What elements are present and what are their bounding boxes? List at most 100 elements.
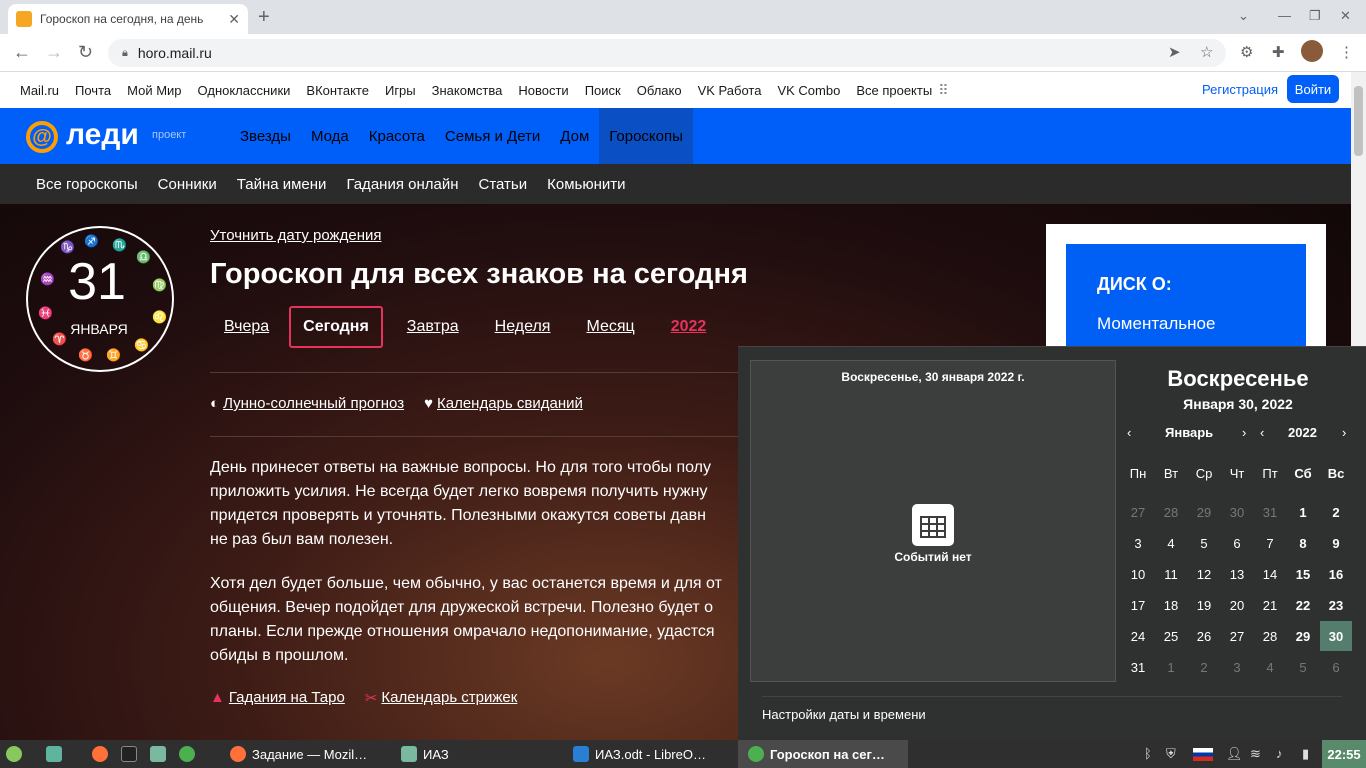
volume-icon[interactable]: ♪	[1276, 746, 1283, 761]
calendar-day[interactable]: 1	[1287, 497, 1319, 527]
nav-item[interactable]: Красота	[359, 108, 435, 164]
show-desktop-icon[interactable]	[46, 740, 68, 768]
bluetooth-icon[interactable]: ᛒ	[1144, 746, 1152, 761]
portal-link[interactable]: Знакомства	[432, 83, 503, 98]
scrollbar-thumb[interactable]	[1354, 86, 1363, 156]
calendar-day[interactable]: 2	[1188, 652, 1220, 682]
refine-birthdate-link[interactable]: Уточнить дату рождения	[210, 227, 381, 244]
bookmark-star-icon[interactable]: ☆	[1200, 43, 1213, 61]
nav-item-active[interactable]: Гороскопы	[599, 108, 693, 164]
register-link[interactable]: Регистрация	[1202, 82, 1278, 97]
portal-link[interactable]: Поиск	[585, 83, 621, 98]
calendar-day[interactable]: 21	[1254, 590, 1286, 620]
calendar-day[interactable]: 30	[1221, 497, 1253, 527]
calendar-day[interactable]: 3	[1122, 528, 1154, 558]
calendar-day[interactable]: 23	[1320, 590, 1352, 620]
calendar-day[interactable]: 10	[1122, 559, 1154, 589]
calendar-day[interactable]: 4	[1254, 652, 1286, 682]
tab-week[interactable]: Неделя	[495, 308, 551, 346]
taskbar-window-firefox[interactable]: Задание — Mozil…	[222, 740, 387, 768]
tab-today[interactable]: Сегодня	[289, 306, 383, 348]
tab-search-icon[interactable]: ⌄	[1238, 8, 1249, 24]
portal-link[interactable]: Все проекты	[856, 83, 932, 98]
taskbar-window-folder[interactable]: ИАЗ	[393, 740, 558, 768]
calendar-day[interactable]: 27	[1122, 497, 1154, 527]
calendar-day[interactable]: 16	[1320, 559, 1352, 589]
subnav-item[interactable]: Сонники	[148, 176, 227, 193]
forward-icon[interactable]: →	[45, 42, 63, 63]
calendar-day[interactable]: 11	[1155, 559, 1187, 589]
tarot-link[interactable]: Гадания на Таро	[229, 689, 345, 707]
portal-link[interactable]: VK Combo	[777, 83, 840, 98]
calendar-day[interactable]: 3	[1221, 652, 1253, 682]
calendar-day[interactable]: 8	[1287, 528, 1319, 558]
tab-year[interactable]: 2022	[671, 308, 707, 346]
calendar-day[interactable]: 5	[1287, 652, 1319, 682]
portal-link[interactable]: Mail.ru	[20, 83, 59, 98]
battery-icon[interactable]: ▮	[1302, 746, 1309, 762]
back-icon[interactable]: ←	[13, 42, 31, 63]
taskbar-window-chrome[interactable]: Гороскоп на сег…	[738, 740, 908, 768]
calendar-day[interactable]: 22	[1287, 590, 1319, 620]
calendar-day[interactable]: 7	[1254, 528, 1286, 558]
terminal-launcher-icon[interactable]	[121, 740, 143, 768]
calendar-day[interactable]: 14	[1254, 559, 1286, 589]
profile-avatar[interactable]	[1301, 40, 1323, 62]
calendar-day[interactable]: 6	[1221, 528, 1253, 558]
calendar-day-selected[interactable]: 30	[1320, 621, 1352, 651]
new-tab-button[interactable]: +	[258, 6, 270, 29]
wifi-icon[interactable]: ≋	[1250, 746, 1261, 762]
files-launcher-icon[interactable]	[150, 740, 172, 768]
calendar-day[interactable]: 1	[1155, 652, 1187, 682]
prev-year-icon[interactable]: ‹	[1260, 425, 1264, 440]
calendar-day[interactable]: 28	[1155, 497, 1187, 527]
calendar-day[interactable]: 28	[1254, 621, 1286, 651]
subnav-item[interactable]: Тайна имени	[227, 176, 337, 193]
minimize-icon[interactable]: —	[1278, 8, 1291, 23]
calendar-day[interactable]: 18	[1155, 590, 1187, 620]
calendar-day[interactable]: 9	[1320, 528, 1352, 558]
keyboard-layout-flag-icon[interactable]	[1193, 748, 1213, 761]
calendar-day[interactable]: 29	[1188, 497, 1220, 527]
chrome-launcher-icon[interactable]	[179, 740, 201, 768]
nav-item[interactable]: Мода	[301, 108, 359, 164]
subnav-item[interactable]: Все гороскопы	[26, 176, 148, 193]
browser-tab-horoscope[interactable]: Гороскоп на сегодня, на день ✕	[8, 4, 248, 34]
mail-at-logo-icon[interactable]: @	[26, 121, 58, 153]
close-window-icon[interactable]: ✕	[1340, 8, 1351, 24]
portal-link[interactable]: ВКонтакте	[306, 83, 369, 98]
portal-link[interactable]: Мой Мир	[127, 83, 181, 98]
calendar-day[interactable]: 15	[1287, 559, 1319, 589]
login-button[interactable]: Войти	[1287, 75, 1339, 103]
address-bar[interactable]: 🔒︎ horo.mail.ru	[108, 39, 1226, 67]
mint-menu-icon[interactable]	[6, 740, 28, 768]
calendar-day[interactable]: 26	[1188, 621, 1220, 651]
puzzle-icon[interactable]: ✚	[1272, 43, 1285, 61]
calendar-day[interactable]: 20	[1221, 590, 1253, 620]
calendar-day[interactable]: 4	[1155, 528, 1187, 558]
subnav-item[interactable]: Комьюнити	[537, 176, 635, 193]
calendar-day[interactable]: 19	[1188, 590, 1220, 620]
extension-icon[interactable]: ⚙	[1240, 43, 1253, 61]
calendar-day[interactable]: 29	[1287, 621, 1319, 651]
calendar-day[interactable]: 25	[1155, 621, 1187, 651]
subnav-item[interactable]: Гадания онлайн	[336, 176, 468, 193]
calendar-day[interactable]: 31	[1254, 497, 1286, 527]
portal-link[interactable]: Облако	[637, 83, 682, 98]
portal-link[interactable]: Новости	[518, 83, 568, 98]
calendar-day[interactable]: 2	[1320, 497, 1352, 527]
calendar-day[interactable]: 5	[1188, 528, 1220, 558]
calendar-day[interactable]: 17	[1122, 590, 1154, 620]
calendar-day[interactable]: 13	[1221, 559, 1253, 589]
haircut-calendar-link[interactable]: Календарь стрижек	[381, 689, 517, 707]
subnav-item[interactable]: Статьи	[469, 176, 538, 193]
next-month-icon[interactable]: ›	[1242, 425, 1246, 440]
portal-link[interactable]: Игры	[385, 83, 416, 98]
user-icon[interactable]: 👤︎	[1226, 746, 1243, 762]
calendar-day[interactable]: 12	[1188, 559, 1220, 589]
tab-yesterday[interactable]: Вчера	[224, 308, 269, 346]
portal-link[interactable]: VK Работа	[698, 83, 762, 98]
calendar-day[interactable]: 24	[1122, 621, 1154, 651]
firefox-launcher-icon[interactable]	[92, 740, 114, 768]
portal-link[interactable]: Одноклассники	[198, 83, 291, 98]
